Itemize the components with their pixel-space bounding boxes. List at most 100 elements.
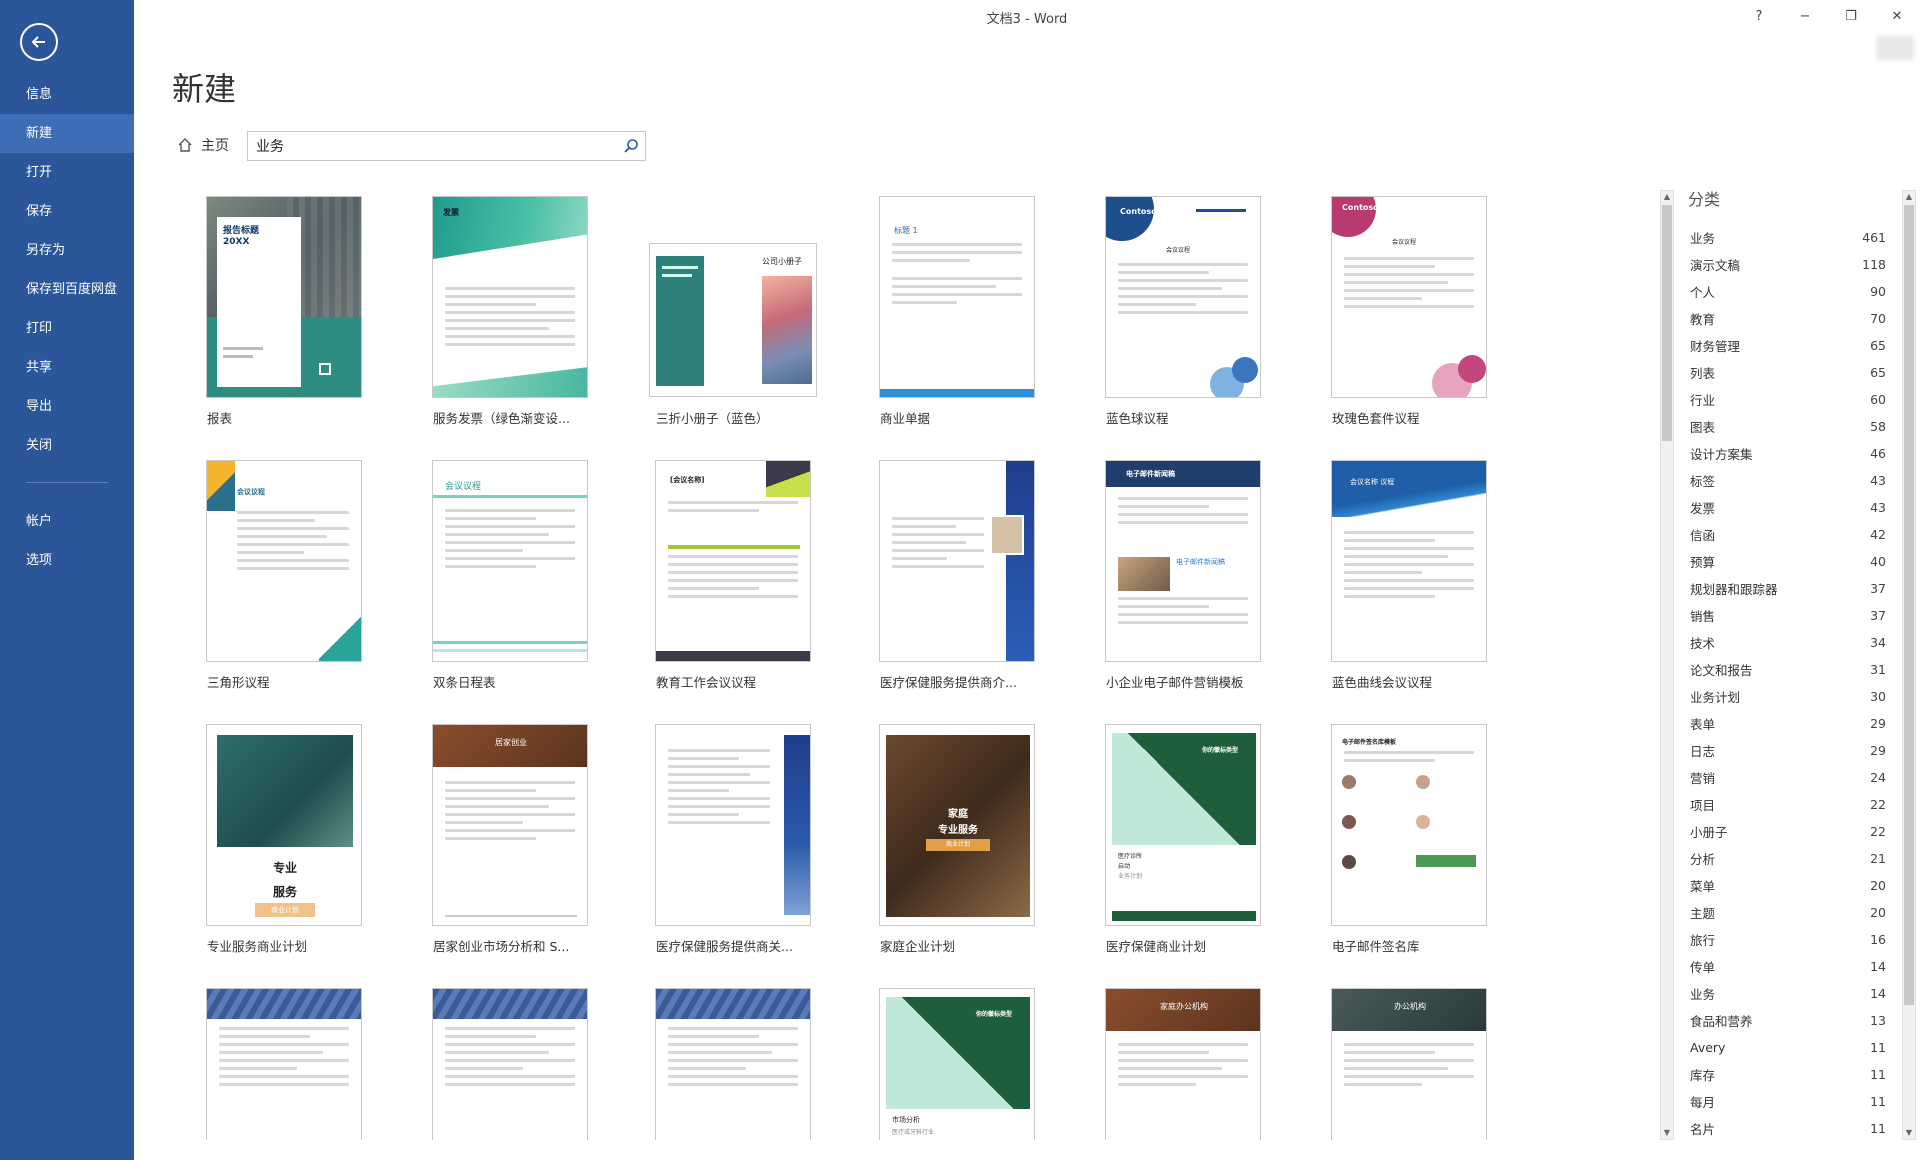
- category-count: 21: [1870, 851, 1886, 866]
- nav-close[interactable]: 关闭: [0, 426, 134, 465]
- category-item[interactable]: 业务 461: [1690, 224, 1886, 251]
- nav-save-to-baidu[interactable]: 保存到百度网盘: [0, 270, 134, 309]
- category-item[interactable]: 项目 22: [1690, 791, 1886, 818]
- nav-options[interactable]: 选项: [0, 541, 134, 580]
- category-item[interactable]: 小册子 22: [1690, 818, 1886, 845]
- scroll-down-arrow[interactable]: ▼: [1903, 1127, 1915, 1139]
- category-name: 信函: [1690, 528, 1716, 543]
- category-count: 13: [1870, 1013, 1886, 1028]
- category-item[interactable]: Avery 11: [1690, 1034, 1886, 1061]
- template-label: 蓝色曲线会议议程: [1332, 675, 1433, 690]
- category-name: 业务计划: [1690, 690, 1741, 705]
- category-item[interactable]: 传单 14: [1690, 953, 1886, 980]
- category-item[interactable]: 库存 11: [1690, 1061, 1886, 1088]
- category-item[interactable]: 每月 11: [1690, 1088, 1886, 1115]
- category-count: 11: [1870, 1040, 1886, 1055]
- category-item[interactable]: 销售 37: [1690, 602, 1886, 629]
- template-thumbnail: Contoso 会议议程: [1105, 196, 1261, 398]
- category-count: 37: [1870, 608, 1886, 623]
- category-item[interactable]: 行业 60: [1690, 386, 1886, 413]
- template-thumbnail: 标题 1: [879, 196, 1035, 398]
- nav-export[interactable]: 导出: [0, 387, 134, 426]
- category-name: 小册子: [1690, 825, 1728, 840]
- category-item[interactable]: 旅行 16: [1690, 926, 1886, 953]
- nav-new[interactable]: 新建: [0, 114, 134, 153]
- home-label: 主页: [201, 138, 229, 154]
- nav-save-as[interactable]: 另存为: [0, 231, 134, 270]
- category-item[interactable]: 图表 58: [1690, 413, 1886, 440]
- category-item[interactable]: 日志 29: [1690, 737, 1886, 764]
- category-name: 论文和报告: [1690, 663, 1753, 678]
- category-item[interactable]: 个人 90: [1690, 278, 1886, 305]
- category-item[interactable]: 食品和营养 13: [1690, 1007, 1886, 1034]
- category-item[interactable]: 技术 34: [1690, 629, 1886, 656]
- word-backstage-new: 信息 新建 打开 保存 另存为 保存到百度网盘 打印 共享 导出 关闭 帐户 选…: [0, 0, 1920, 1160]
- nav-open[interactable]: 打开: [0, 153, 134, 192]
- template-thumbnail: 你的徽标类型 医疗诊所 启动 业务计划: [1105, 724, 1261, 926]
- category-count: 118: [1862, 257, 1886, 272]
- category-name: 食品和营养: [1690, 1014, 1753, 1029]
- category-count: 11: [1870, 1121, 1886, 1136]
- category-name: 业务: [1690, 231, 1716, 246]
- category-item[interactable]: 标签 43: [1690, 467, 1886, 494]
- restore-button[interactable]: ❐: [1828, 0, 1874, 32]
- template-thumbnail: 办公机构: [1331, 988, 1487, 1140]
- nav-save[interactable]: 保存: [0, 192, 134, 231]
- category-item[interactable]: 信函 42: [1690, 521, 1886, 548]
- nav-print[interactable]: 打印: [0, 309, 134, 348]
- category-item[interactable]: 规划器和跟踪器 37: [1690, 575, 1886, 602]
- category-count: 11: [1870, 1094, 1886, 1109]
- category-item[interactable]: 教育 70: [1690, 305, 1886, 332]
- category-panel: 分类 业务 461 演示文稿 118 个人 90 教育 70 财务管理 65 列表 65 行…: [1660, 186, 1910, 1146]
- category-item[interactable]: 发票 43: [1690, 494, 1886, 521]
- nav-info[interactable]: 信息: [0, 75, 134, 114]
- category-item[interactable]: 营销 24: [1690, 764, 1886, 791]
- nav-share[interactable]: 共享: [0, 348, 134, 387]
- category-name: 主题: [1690, 906, 1716, 921]
- category-count: 20: [1870, 878, 1886, 893]
- category-item[interactable]: 表单 29: [1690, 710, 1886, 737]
- category-name: 教育: [1690, 312, 1716, 327]
- category-scrollbar[interactable]: ▲ ▼: [1902, 190, 1916, 1140]
- close-button[interactable]: ✕: [1874, 0, 1920, 32]
- category-item[interactable]: 论文和报告 31: [1690, 656, 1886, 683]
- scroll-thumb[interactable]: [1904, 205, 1914, 1005]
- nav-divider: [26, 482, 108, 483]
- minimize-button[interactable]: −: [1782, 0, 1828, 32]
- category-item[interactable]: 业务计划 30: [1690, 683, 1886, 710]
- home-link[interactable]: 主页: [177, 135, 229, 155]
- category-heading: 分类: [1688, 190, 1721, 209]
- category-item[interactable]: 菜单 20: [1690, 872, 1886, 899]
- template-label: 蓝色球议程: [1106, 411, 1169, 426]
- category-item[interactable]: 财务管理 65: [1690, 332, 1886, 359]
- template-thumbnail: 电子邮件签名库模板: [1331, 724, 1487, 926]
- help-button[interactable]: ?: [1736, 0, 1782, 32]
- category-item[interactable]: 分析 21: [1690, 845, 1886, 872]
- home-icon: [178, 138, 192, 152]
- category-item[interactable]: 列表 65: [1690, 359, 1886, 386]
- category-item[interactable]: 设计方案集 46: [1690, 440, 1886, 467]
- category-name: 标签: [1690, 474, 1716, 489]
- category-count: 22: [1870, 824, 1886, 839]
- search-button[interactable]: [617, 132, 645, 160]
- template-thumbnail: 报告标题 20XX: [206, 196, 362, 398]
- category-name: 预算: [1690, 555, 1716, 570]
- scroll-up-arrow[interactable]: ▲: [1903, 191, 1915, 203]
- template-thumbnail: 电子邮件新闻稿 电子邮件新闻稿: [1105, 460, 1261, 662]
- category-item[interactable]: 演示文稿 118: [1690, 251, 1886, 278]
- category-count: 30: [1870, 689, 1886, 704]
- category-item[interactable]: 预算 40: [1690, 548, 1886, 575]
- category-item[interactable]: 名片 11: [1690, 1115, 1886, 1142]
- category-item[interactable]: 主题 20: [1690, 899, 1886, 926]
- category-count: 40: [1870, 554, 1886, 569]
- category-item[interactable]: 业务 14: [1690, 980, 1886, 1007]
- back-button[interactable]: [20, 23, 58, 61]
- nav-account[interactable]: 帐户: [0, 502, 134, 541]
- template-label: 专业服务商业计划: [207, 939, 308, 954]
- category-name: 库存: [1690, 1068, 1716, 1083]
- page-title: 新建: [172, 70, 237, 108]
- template-thumbnail: [432, 988, 588, 1140]
- template-label: 玫瑰色套件议程: [1332, 411, 1420, 426]
- category-name: 项目: [1690, 798, 1716, 813]
- search-input[interactable]: [248, 133, 617, 159]
